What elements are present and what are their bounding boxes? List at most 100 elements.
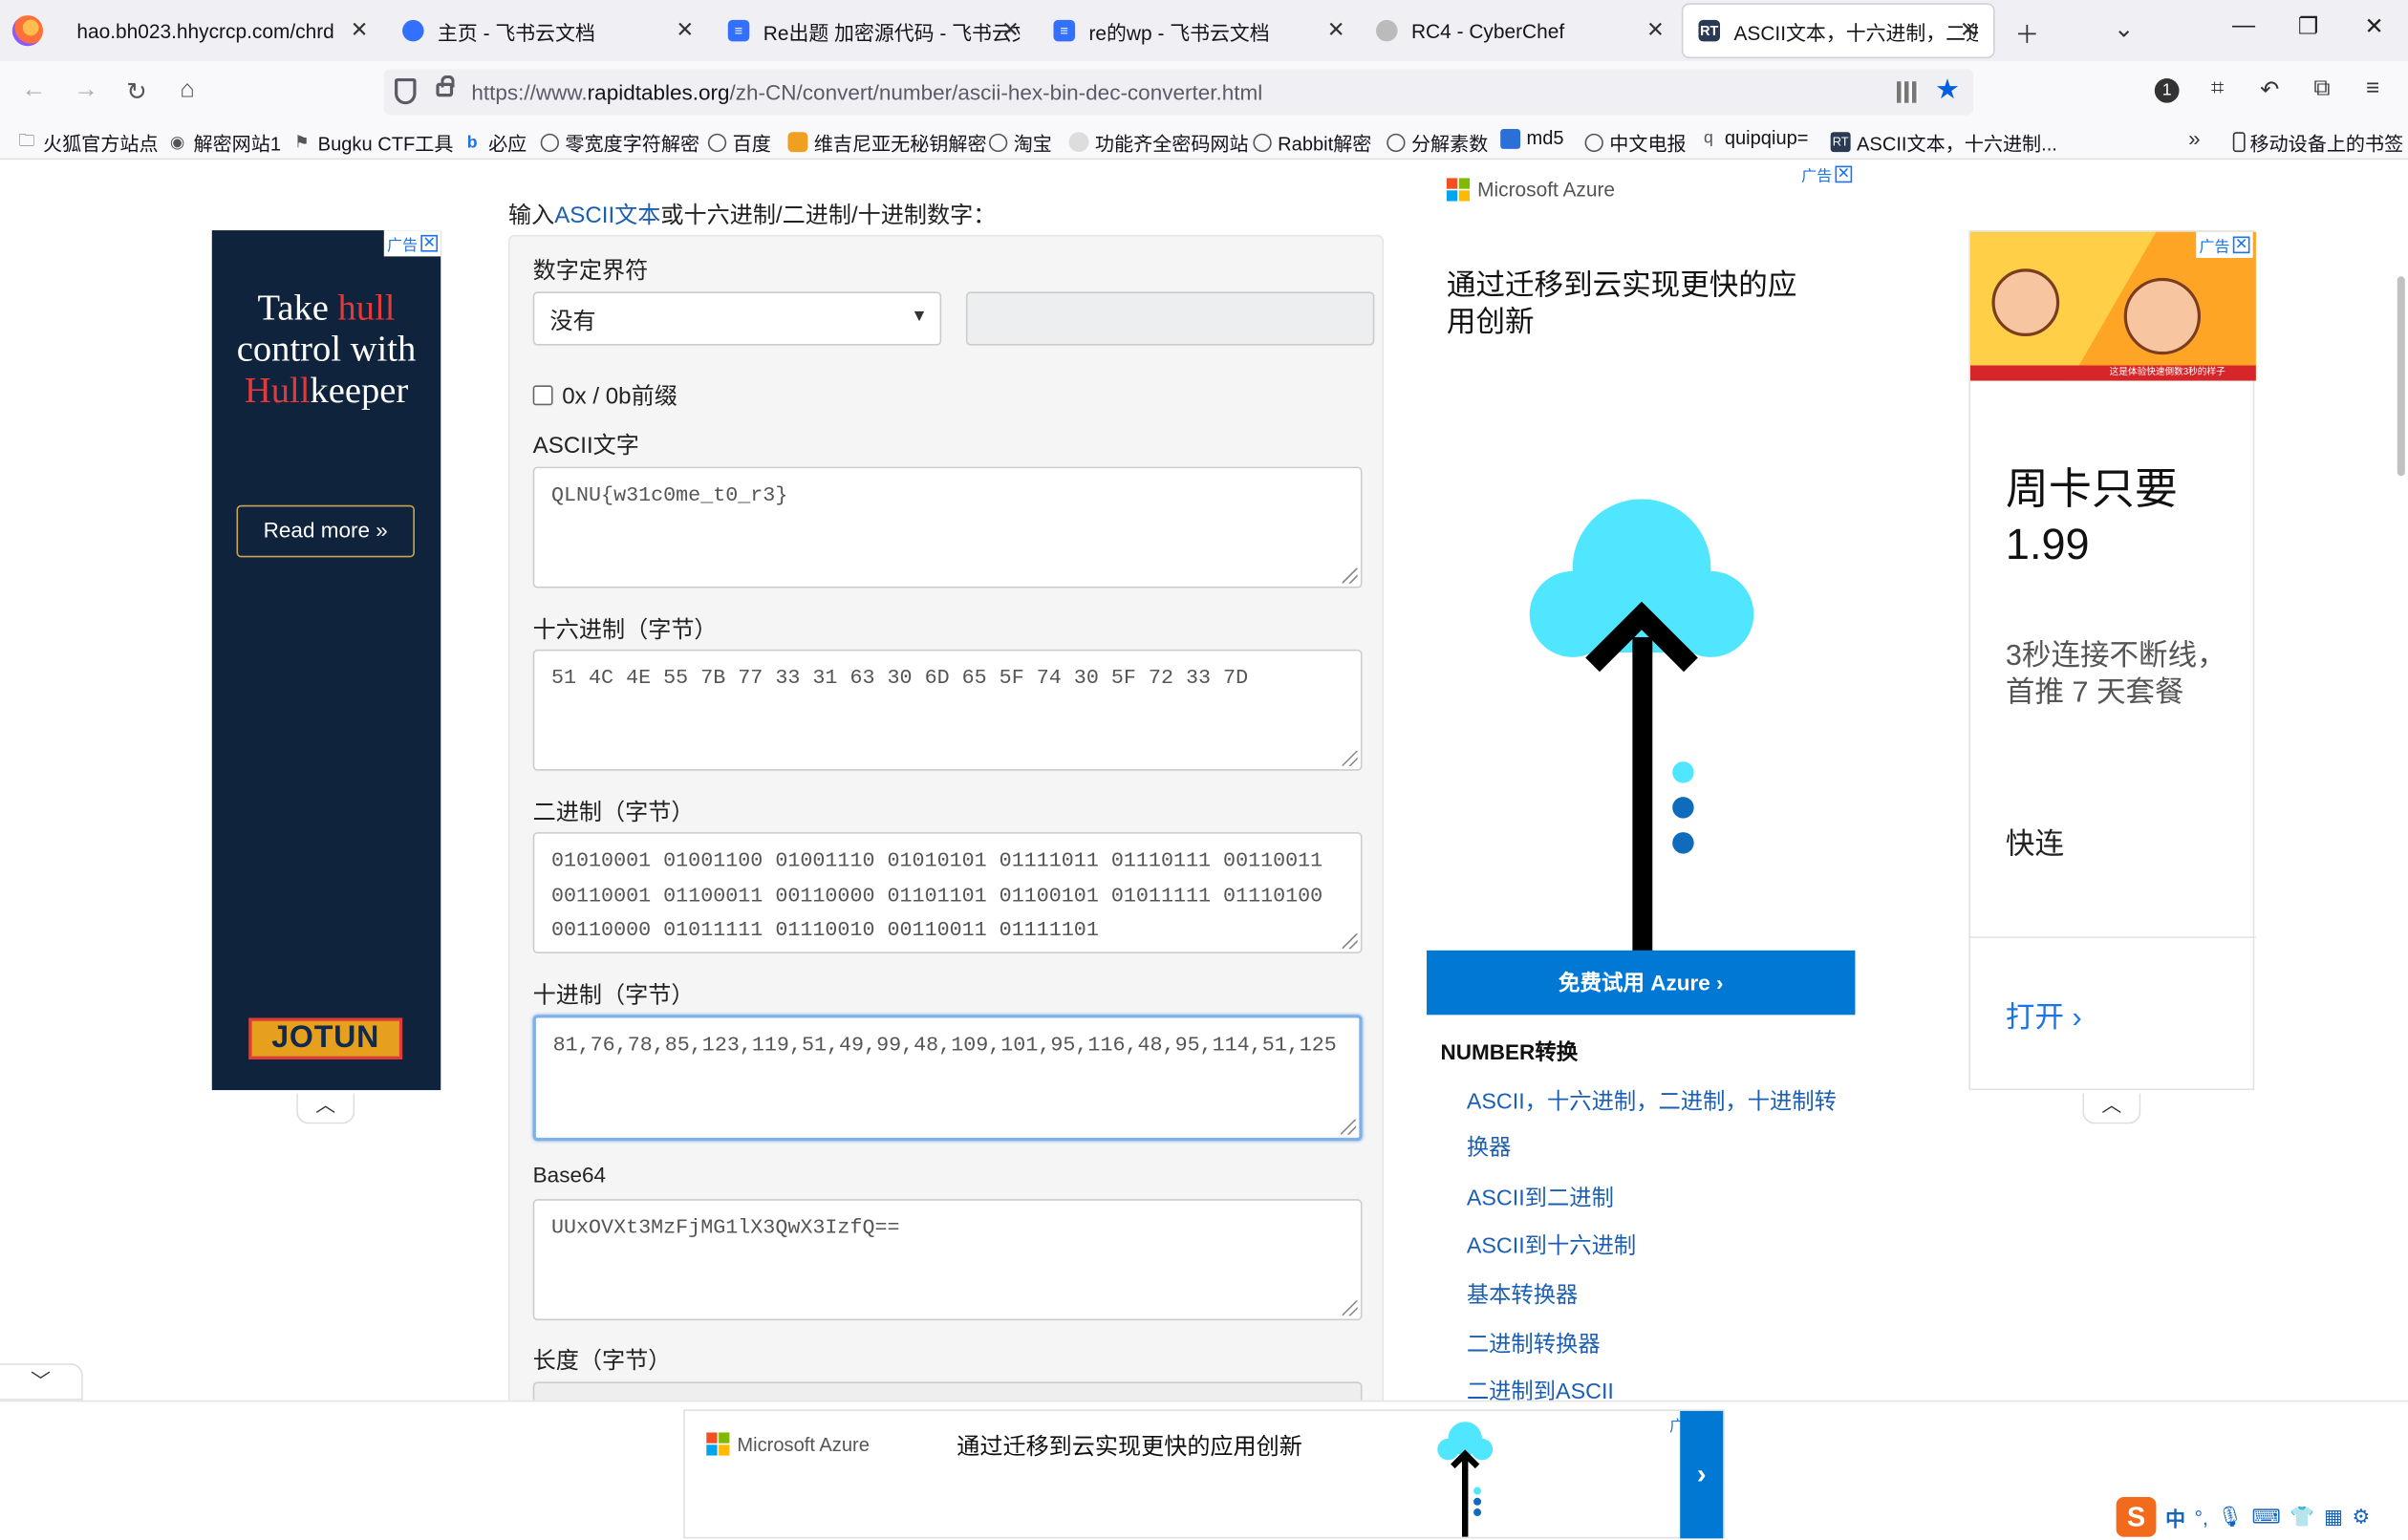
forward-icon[interactable]: → [69,76,102,104]
close-icon[interactable]: ✕ [673,17,698,43]
bookmark-item[interactable]: 🗀 火狐官方站点 [17,127,158,157]
microphone-icon[interactable]: 🎙 [2217,1505,2243,1529]
shield-icon[interactable] [395,77,417,105]
ad-tag[interactable]: 广告✕ [383,230,441,257]
mobile-bookmarks[interactable]: 移动设备上的书签 [2232,127,2403,157]
ad-kuailian[interactable]: 这是体验快速倒数3秒的样子 广告 ✕ 周卡只要1.99 3秒连接不断线，首推 7 … [1968,230,2256,1091]
tab-cyberchef[interactable]: RC4 - CyberChef ✕ [1361,5,1680,57]
keyboard-icon[interactable]: ⌨ [2252,1505,2281,1529]
bookmark-item[interactable]: md5 [1500,127,1564,149]
bookmark-item[interactable]: ⚑ Bugku CTF工具 [291,127,454,157]
crop-icon[interactable]: ⌗ [2201,75,2234,101]
punctuation-icon[interactable]: °, [2195,1506,2208,1529]
ad-azure[interactable]: 广告 ✕ Microsoft Azure 通过迁移到云实现更快的应用创新 免费试用… [1427,160,1856,1016]
qr-code-icon[interactable] [1896,81,1919,103]
bookmark-item[interactable]: 分解素数 [1387,127,1488,157]
skin-icon[interactable]: 👕 [2290,1505,2314,1529]
bookmark-item[interactable]: 维吉尼亚无秘钥解密 [787,127,987,157]
azure-trial-button[interactable]: 免费试用 Azure › [1427,950,1856,1016]
list-tabs-icon[interactable]: ⌄ [2105,13,2142,44]
more-bookmarks-icon[interactable]: » [2188,126,2201,151]
ad-hullkeeper[interactable]: 广告 ✕ Take hull control with Hullkeeper Re… [211,230,441,1091]
hex-textarea[interactable]: 51 4C 4E 55 7B 77 33 31 63 30 6D 65 5F 7… [532,649,1363,771]
bookmark-item[interactable]: b 必应 [462,127,527,157]
bookmark-item[interactable]: 淘宝 [989,127,1052,157]
apps-icon[interactable]: ▦ [2324,1505,2343,1529]
collapse-ad-button[interactable]: ︿ [2082,1093,2141,1124]
scrollbar-thumb[interactable] [2397,276,2405,477]
collapse-ad-button[interactable]: ︿ [296,1093,355,1124]
ad-tag[interactable]: 广告✕ [2196,231,2253,259]
close-icon[interactable]: ✕ [1957,17,1982,43]
resize-handle[interactable] [1342,567,1358,584]
decimal-textarea[interactable]: 81,76,78,85,123,119,51,49,99,48,109,101,… [532,1015,1363,1142]
tab-re-source[interactable]: ≡ Re出题 加密源代码 - 飞书云文档 ✕ [713,5,1036,57]
tab-re-wp[interactable]: ≡ re的wp - 飞书云文档 ✕ [1038,5,1361,57]
ime-lang[interactable]: 中 [2165,1503,2185,1532]
bookmark-item[interactable]: 百度 [707,127,771,157]
prefix-checkbox-row[interactable]: 0x / 0b前缀 [532,379,677,412]
close-icon[interactable]: ✕ [1835,165,1853,183]
bookmark-item[interactable]: q quipqiup= [1699,127,1809,149]
url-bar[interactable]: https://www.rapidtables.org/zh-CN/conver… [383,69,1974,116]
tab-hao[interactable]: hao.bh023.hhycrcp.com/chrd ✕ [61,5,384,57]
ascii-textarea[interactable]: QLNU{w31c0me_t0_r3} [532,466,1363,588]
bookmark-item[interactable]: 零宽度字符解密 [540,127,699,157]
ime-toolbar[interactable]: S 中 °, 🎙 ⌨ 👕 ▦ ⚙ [2116,1496,2370,1537]
close-icon[interactable]: ✕ [420,234,439,252]
ad-tag[interactable]: 广告✕ [1797,160,1856,188]
close-icon[interactable]: ✕ [1644,17,1668,43]
menu-icon[interactable]: ≡ [2355,75,2389,101]
close-icon[interactable]: ✕ [999,17,1023,43]
lock-icon[interactable] [436,75,455,97]
ascii-link[interactable]: ASCII文本 [554,203,660,228]
collapse-bottom-ad-button[interactable]: ﹀ [0,1363,83,1401]
extensions-icon[interactable]: ⧉ [2305,75,2338,101]
resize-handle[interactable] [1341,1119,1357,1135]
close-icon[interactable]: ✕ [347,17,372,43]
read-more-button[interactable]: Read more » [236,504,415,558]
bookmark-item[interactable]: 功能齐全密码网站 [1068,127,1249,157]
delimiter-select[interactable]: 没有 ▼ [532,291,942,346]
ad-text: keeper [310,371,409,412]
url-text[interactable]: https://www.rapidtables.org/zh-CN/conver… [471,80,1262,105]
binary-textarea[interactable]: 01010001 01001100 01001110 01010101 0111… [532,832,1363,954]
resize-handle[interactable] [1342,933,1358,950]
close-icon[interactable]: ✕ [1323,17,1348,43]
home-icon[interactable]: ⌂ [170,76,204,104]
tab-rapidtables[interactable]: RT ASCII文本，十六进制，二进制 ✕ [1683,4,1994,57]
prefix-checkbox[interactable] [532,385,553,406]
firefox-icon[interactable] [11,15,44,47]
bookmark-item[interactable]: RT ASCII文本，十六进制... [1830,127,2057,157]
nav-link[interactable]: 二进制到ASCII [1467,1370,1859,1401]
settings-icon[interactable]: ⚙ [2352,1505,2370,1529]
extension-badge-icon[interactable]: 1 [2150,75,2183,103]
new-tab-icon[interactable]: ＋ [2009,13,2046,51]
open-button[interactable]: 打开 › [2006,995,2082,1036]
base64-textarea[interactable]: UUxOVXt3MzFjMG1lX3QwX3IzfQ== [532,1199,1363,1321]
nav-bar: ← → ↻ ⌂ https://www.rapidtables.org/zh-C… [0,61,2408,123]
nav-link[interactable]: 二进制转换器 [1467,1322,1859,1368]
resize-handle[interactable] [1342,750,1358,766]
bookmark-item[interactable]: 中文电报 [1584,127,1687,157]
bookmark-star-icon[interactable]: ★ [1935,74,1960,106]
minimize-icon[interactable]: — [2221,12,2267,38]
nav-link[interactable]: ASCII到十六进制 [1467,1224,1859,1270]
ad-azure-bottom[interactable]: 广告✕ Microsoft Azure 通过迁移到云实现更快的应用创新 › [683,1409,1725,1539]
ad-next-button[interactable]: › [1680,1410,1724,1539]
window-close-icon[interactable]: ✕ [2352,12,2397,39]
back-icon[interactable]: ← [17,76,51,104]
nav-link[interactable]: 基本转换器 [1467,1273,1859,1318]
nav-link[interactable]: ASCII，十六进制，二进制，十进制转换器 [1467,1080,1859,1171]
restore-icon[interactable]: ❐ [2285,12,2331,39]
sogou-icon[interactable]: S [2116,1496,2157,1537]
doc-icon: ≡ [727,19,750,42]
undo-icon[interactable]: ↶ [2253,75,2287,102]
close-icon[interactable]: ✕ [2232,236,2250,254]
nav-link[interactable]: ASCII到二进制 [1467,1176,1859,1222]
tab-feishu-home[interactable]: 主页 - 飞书云文档 ✕ [387,5,710,57]
bookmark-item[interactable]: Rabbit解密 [1253,127,1371,157]
bookmark-item[interactable]: ◉ 解密网站1 [167,127,281,157]
resize-handle[interactable] [1342,1300,1358,1316]
reload-icon[interactable]: ↻ [119,76,153,107]
